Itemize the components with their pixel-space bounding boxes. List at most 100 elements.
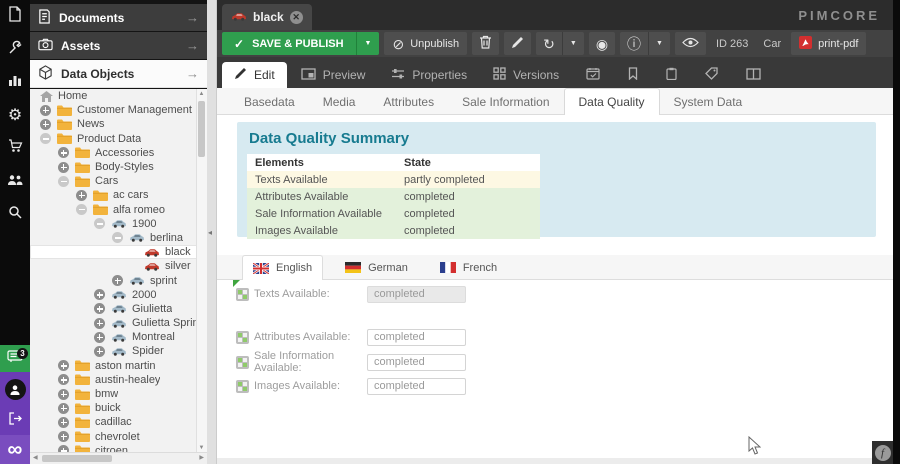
accordion-documents[interactable]: Documents → — [30, 4, 207, 31]
save-publish-button[interactable]: ✓ SAVE & PUBLISH — [222, 32, 356, 55]
reload-button[interactable]: ↻ — [536, 32, 562, 55]
field-input[interactable]: completed — [367, 329, 466, 346]
tree-expander-plus-icon[interactable] — [40, 105, 51, 116]
tools-rail-button[interactable] — [0, 33, 30, 66]
reload-options-caret[interactable]: ▼ — [562, 32, 584, 55]
tree-expander-plus-icon[interactable] — [40, 119, 51, 130]
tree-item-selected[interactable]: black — [30, 245, 197, 259]
scroll-thumb[interactable] — [198, 101, 205, 157]
tree-item[interactable]: sprint — [30, 273, 197, 287]
tree-expander-minus-icon[interactable] — [58, 176, 69, 187]
tree-item[interactable]: Product Data — [30, 132, 197, 146]
tree-expander-plus-icon[interactable] — [94, 332, 105, 343]
tree-item[interactable]: 1900 — [30, 217, 197, 231]
field-input[interactable]: completed — [367, 354, 466, 371]
tree-horizontal-scrollbar[interactable]: ◀ ▶ — [30, 452, 207, 464]
tree-expander-plus-icon[interactable] — [94, 303, 105, 314]
print-pdf-button[interactable]: print-pdf — [791, 32, 866, 55]
content-tab-sale-information[interactable]: Sale Information — [448, 89, 563, 114]
rename-button[interactable] — [504, 32, 531, 55]
notifications-button[interactable]: 3 — [0, 345, 30, 372]
content-tab-data-quality[interactable]: Data Quality — [564, 88, 660, 115]
tree-item[interactable]: Customer Management — [30, 103, 197, 117]
tree-item[interactable]: buick — [30, 401, 197, 415]
tree-item[interactable]: Gulietta Sprint Specia — [30, 316, 197, 330]
scroll-thumb[interactable] — [42, 455, 112, 462]
tree-item[interactable]: silver — [30, 259, 197, 273]
tree-item[interactable]: aston martin — [30, 359, 197, 373]
corner-badge[interactable]: f — [872, 441, 893, 464]
delete-button[interactable] — [472, 32, 499, 55]
scroll-down-arrow[interactable]: ▼ — [197, 445, 206, 451]
language-tab-english[interactable]: English — [242, 255, 323, 280]
language-tab-german[interactable]: German — [335, 256, 418, 279]
tree-expander-plus-icon[interactable] — [112, 275, 123, 286]
tree-item[interactable]: News — [30, 117, 197, 131]
tree-expander-plus-icon[interactable] — [58, 147, 69, 158]
tree-item[interactable]: alfa romeo — [30, 203, 197, 217]
documents-rail-button[interactable] — [0, 0, 30, 33]
tree-item[interactable]: Accessories — [30, 146, 197, 160]
editor-tab-bookmark[interactable] — [615, 62, 651, 88]
editor-tab-versions[interactable]: Versions — [481, 62, 571, 88]
tree-item[interactable]: Montreal — [30, 330, 197, 344]
scroll-up-arrow[interactable]: ▲ — [197, 91, 206, 97]
tree-expander-plus-icon[interactable] — [94, 289, 105, 300]
panel-splitter[interactable]: ◂ — [207, 0, 217, 464]
tree-item[interactable]: Cars — [30, 174, 197, 188]
tree-item[interactable]: austin-healey — [30, 373, 197, 387]
editor-tab-calendar[interactable] — [573, 62, 613, 88]
close-icon[interactable]: ✕ — [290, 11, 303, 24]
accordion-data-objects[interactable]: Data Objects → — [30, 60, 207, 88]
editor-tab-book[interactable] — [733, 62, 774, 88]
collapse-handle-icon[interactable]: ◂ — [208, 228, 212, 237]
content-tab-basedata[interactable]: Basedata — [230, 89, 309, 114]
locate-in-tree-button[interactable]: ◉ — [589, 32, 615, 55]
tree-item[interactable]: Home — [30, 89, 197, 103]
tree-expander-plus-icon[interactable] — [76, 190, 87, 201]
search-rail-button[interactable] — [0, 198, 30, 231]
tree-item[interactable]: Giulietta — [30, 302, 197, 316]
editor-tab-tag[interactable] — [692, 62, 731, 88]
tree-item[interactable]: berlina — [30, 231, 197, 245]
info-options-caret[interactable]: ▼ — [648, 32, 670, 55]
tree-vertical-scrollbar[interactable]: ▲ ▼ — [196, 89, 207, 453]
field-input[interactable]: completed — [367, 378, 466, 395]
tree-expander-plus-icon[interactable] — [58, 389, 69, 400]
tree-expander-minus-icon[interactable] — [40, 133, 51, 144]
tree-expander-plus-icon[interactable] — [58, 374, 69, 385]
tree-expander-plus-icon[interactable] — [94, 318, 105, 329]
editor-tab-clipboard[interactable] — [653, 62, 690, 88]
user-menu-button[interactable] — [0, 372, 30, 407]
tree-item[interactable]: ac cars — [30, 188, 197, 202]
ecommerce-rail-button[interactable] — [0, 132, 30, 165]
content-tab-attributes[interactable]: Attributes — [369, 89, 448, 114]
open-preview-button[interactable] — [675, 32, 706, 55]
info-button[interactable]: ⓘ — [620, 32, 648, 55]
editor-tab-properties[interactable]: Properties — [379, 62, 479, 88]
content-tab-system-data[interactable]: System Data — [660, 89, 757, 114]
tree-item[interactable]: cadillac — [30, 415, 197, 429]
tree-expander-plus-icon[interactable] — [58, 417, 69, 428]
scroll-left-arrow[interactable]: ◀ — [33, 453, 38, 464]
tree-expander-plus-icon[interactable] — [58, 431, 69, 442]
settings-rail-button[interactable]: ⚙ — [0, 99, 30, 132]
tree-expander-minus-icon[interactable] — [112, 232, 123, 243]
tree-item[interactable]: chevrolet — [30, 430, 197, 444]
logout-button[interactable] — [0, 407, 30, 435]
save-options-caret[interactable]: ▼ — [356, 32, 380, 55]
field-input[interactable]: completed — [367, 286, 466, 303]
tab-black[interactable]: black ✕ — [222, 4, 312, 30]
pimcore-logo-button[interactable]: ∞ — [0, 435, 30, 464]
scroll-right-arrow[interactable]: ▶ — [199, 453, 204, 464]
users-rail-button[interactable] — [0, 165, 30, 198]
tree-expander-plus-icon[interactable] — [58, 162, 69, 173]
language-tab-french[interactable]: French — [430, 256, 507, 279]
tree-expander-minus-icon[interactable] — [94, 218, 105, 229]
tree-item[interactable]: bmw — [30, 387, 197, 401]
accordion-assets[interactable]: Assets → — [30, 32, 207, 59]
tree-item[interactable]: Body-Styles — [30, 160, 197, 174]
tree-item[interactable]: Spider — [30, 344, 197, 358]
tree-expander-plus-icon[interactable] — [58, 360, 69, 371]
tree-expander-plus-icon[interactable] — [58, 403, 69, 414]
